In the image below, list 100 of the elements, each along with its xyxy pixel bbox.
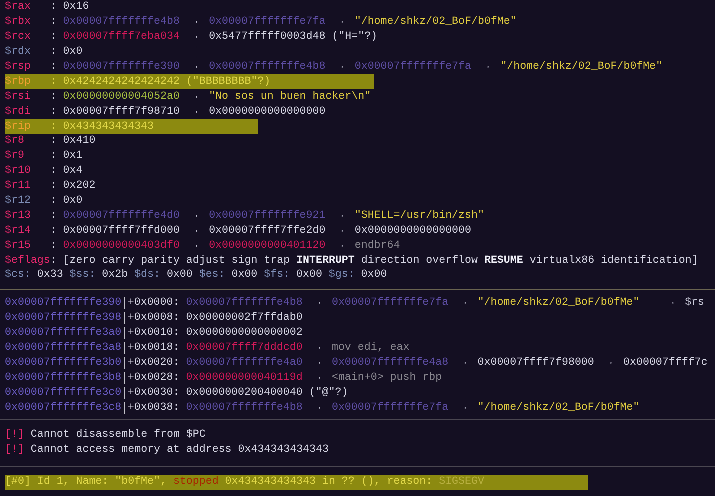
register-name: $r8 — [5, 135, 26, 148]
colon-text: : — [50, 90, 57, 103]
stack-address: 0x00007fffffffe4b8 — [209, 61, 326, 73]
register-name: $r10 — [5, 165, 32, 178]
stack-address: 0x00007fffffffe390 — [63, 61, 180, 73]
offset-text: +0x0030: — [128, 386, 180, 399]
instruction-text: <main+0> push rbp — [332, 372, 442, 384]
value-text: 0x5477fffff0003d48 ("H="?) — [209, 31, 378, 44]
register-name: $rax — [5, 1, 32, 14]
arrow-glyph: → — [336, 224, 345, 237]
value-text: 0x202 — [63, 180, 96, 192]
arrow-glyph: → — [313, 297, 322, 310]
register-note: ← $rs — [672, 297, 705, 310]
arrow-glyph: → — [313, 372, 322, 384]
register-name: $rsi — [5, 90, 32, 103]
colon-text: : — [50, 16, 57, 28]
arrow-glyph: → — [190, 31, 199, 44]
code-address: 0x0000000000403df0 — [63, 240, 180, 252]
instruction-text: endbr64 — [354, 240, 400, 252]
register-name: $r11 — [5, 180, 32, 192]
value-text: 0x0000000200400040 ("@"?) — [186, 386, 348, 399]
register-name: $es: — [199, 269, 226, 282]
register-name: $r15 — [5, 240, 32, 252]
flag-text: INTERRUPT — [296, 254, 355, 267]
arrow-glyph: → — [190, 240, 199, 252]
error-message: Cannot disassemble from $PC — [30, 429, 206, 442]
value-text: 0x4242424242424242 ("BBBBBBBB"?) — [63, 76, 271, 88]
value-text: 0x00007ffff7c — [624, 356, 708, 369]
colon-text: : — [50, 254, 57, 267]
value-text: 0x0 — [63, 46, 83, 58]
arrow-glyph: → — [190, 16, 199, 28]
value-text: virtualx86 identification] — [530, 254, 698, 267]
stack-address: 0x00007fffffffe3a0 — [5, 327, 125, 340]
code-address: 0x00007ffff7dddcd0 — [186, 342, 303, 354]
register-name: $fs: — [264, 269, 290, 282]
value-text: 0x16 — [63, 1, 90, 14]
stack-address: 0x00007fffffffe4a8 — [332, 356, 449, 369]
arrow-glyph: → — [458, 356, 468, 369]
register-name: $rsp — [5, 61, 32, 73]
string-value: "No sos un buen hacker\n" — [209, 90, 372, 103]
value-text: 0x2b — [102, 269, 128, 282]
arrow-glyph: → — [313, 402, 322, 414]
value-text: 0x434343434343 in ?? (), reason: — [225, 476, 433, 488]
stack-address: 0x00007fffffffe7fa — [332, 297, 449, 310]
colon-text: : — [50, 61, 57, 73]
colon-text: : — [50, 195, 57, 208]
value-text: [#0] — [5, 476, 31, 488]
code-address: 0x0000000000401120 — [209, 240, 326, 252]
stack-address: 0x00007fffffffe398 — [5, 312, 125, 324]
string-value: "/home/shkz/02_BoF/b0fMe" — [478, 297, 640, 310]
value-text: Id 1, Name: "b0fMe", — [37, 476, 167, 488]
stack-address: 0x00007fffffffe3b8 — [5, 372, 125, 384]
stack-address: 0x00007fffffffe4b8 — [186, 297, 303, 310]
arrow-glyph: → — [336, 240, 345, 252]
stack-address: 0x00007fffffffe7fa — [209, 16, 326, 28]
arrow-glyph: → — [336, 16, 345, 28]
register-name: $r12 — [5, 195, 32, 208]
value-text: 0x00 — [232, 269, 258, 282]
arrow-glyph: → — [190, 90, 199, 103]
register-name: $r9 — [5, 150, 26, 162]
register-name: $ss: — [70, 269, 96, 282]
arrow-glyph: → — [336, 210, 345, 222]
value-text: 0x00 — [361, 269, 388, 282]
stack-address: 0x00007fffffffe390 — [5, 297, 125, 310]
value-text: 0x00 — [166, 269, 193, 282]
arrow-glyph: → — [458, 297, 468, 310]
colon-text: : — [50, 165, 57, 178]
arrow-glyph: → — [190, 61, 199, 73]
value-text: 0x33 — [37, 269, 64, 282]
arrow-glyph: → — [190, 106, 199, 118]
value-text: 0x00000002f7ffdab0 — [186, 312, 303, 324]
colon-text: : — [50, 240, 57, 252]
value-text: 0x00 — [296, 269, 322, 282]
register-name: $eflags — [5, 254, 50, 267]
colon-text: : — [50, 120, 57, 133]
arrow-glyph: → — [458, 402, 468, 414]
register-name: $rdx — [5, 46, 32, 58]
string-value: "SHELL=/usr/bin/zsh" — [354, 210, 484, 222]
value-text: 0x0000000000000000 — [209, 106, 326, 118]
arrow-glyph: → — [604, 356, 614, 369]
value-text: 0x00007ffff7ffe2d0 — [209, 224, 326, 237]
register-name: $cs: — [5, 269, 31, 282]
register-name: $r13 — [5, 210, 32, 222]
instruction-text: mov edi, eax — [332, 342, 410, 354]
offset-text: +0x0000: — [128, 297, 180, 310]
colon-text: : — [50, 224, 57, 237]
register-name: $rdi — [5, 106, 32, 118]
value-text: 0x0000000000000000 — [354, 224, 472, 237]
colon-text: : — [50, 180, 57, 192]
value-text: direction overflow — [361, 254, 478, 267]
value-text: 0x00007ffff7ffd000 — [63, 224, 180, 237]
error-message: Cannot access memory at address 0x434343434343 — [30, 444, 329, 456]
stack-address: 0x00007fffffffe3a8 — [5, 342, 125, 354]
stack-address: 0x00007fffffffe921 — [209, 210, 326, 222]
register-name: $rip — [5, 120, 32, 133]
string-value: "/home/shkz/02_BoF/b0fMe" — [354, 16, 517, 28]
string-value: "/home/shkz/02_BoF/b0fMe" — [478, 402, 640, 414]
offset-text: +0x0008: — [128, 312, 180, 324]
colon-text: : — [50, 150, 57, 162]
register-name: $rcx — [5, 31, 32, 44]
